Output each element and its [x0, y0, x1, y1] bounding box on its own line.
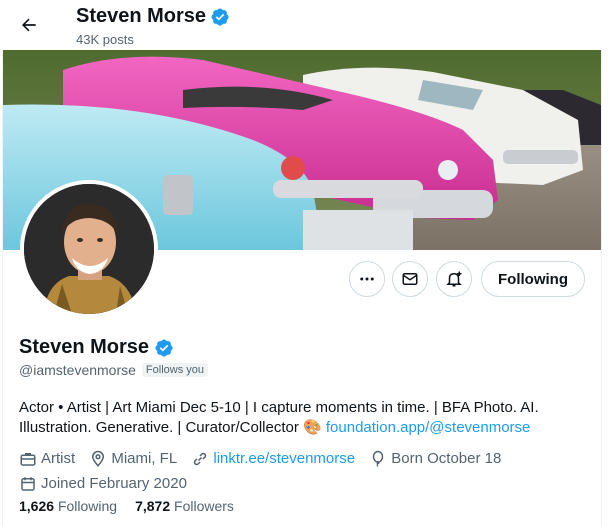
followers-stat[interactable]: 7,872 Followers [135, 498, 234, 514]
notification-add-icon [446, 271, 462, 287]
meta-website[interactable]: linktr.ee/stevenmorse [191, 449, 355, 469]
location-text: Miami, FL [111, 450, 178, 467]
post-count: 43K posts [76, 32, 134, 47]
briefcase-icon [20, 453, 36, 466]
calendar-icon [21, 477, 35, 491]
message-icon [402, 273, 418, 285]
profile-bio: Actor • Artist | Art Miami Dec 5-10 | I … [19, 398, 579, 438]
header-title: Steven Morse [76, 5, 230, 28]
website-link[interactable]: linktr.ee/stevenmorse [213, 449, 355, 469]
birthday-text: Born October 18 [391, 450, 502, 467]
joined-text: Joined February 2020 [41, 475, 187, 492]
link-icon [194, 452, 207, 466]
location-icon [92, 450, 105, 467]
follows-you-badge: Follows you [141, 363, 208, 377]
profile-actions: Following [0, 261, 612, 299]
follow-stats: 1,626 Following 7,872 Followers [19, 498, 234, 514]
palette-emoji: 🎨 [303, 419, 322, 436]
header-name: Steven Morse [76, 5, 207, 27]
meta-birthday: Born October 18 [369, 449, 501, 469]
meta-category: Artist [19, 449, 75, 469]
display-name: Steven Morse [19, 336, 150, 358]
category-text: Artist [41, 450, 76, 467]
following-label: Following [57, 498, 118, 514]
bio-link[interactable]: foundation.app/@stevenmorse [326, 419, 531, 436]
message-button[interactable] [392, 261, 428, 297]
followers-count: 7,872 [135, 498, 171, 514]
handle-row: @iamstevenmorse Follows you [19, 362, 208, 378]
profile-name: Steven Morse [19, 336, 174, 359]
profile-meta: Artist Miami, FL linktr.ee/stevenmorse B… [19, 449, 599, 499]
following-button[interactable]: Following [481, 261, 585, 297]
balloon-icon [373, 450, 384, 467]
notifications-button[interactable] [436, 261, 472, 297]
following-count: 1,626 [19, 498, 55, 514]
meta-location: Miami, FL [89, 449, 177, 469]
meta-joined: Joined February 2020 [19, 474, 187, 494]
verified-badge-icon[interactable] [154, 338, 174, 358]
more-button[interactable] [349, 261, 385, 297]
user-handle: @iamstevenmorse [19, 362, 136, 378]
verified-badge-icon [211, 7, 229, 26]
top-bar: Steven Morse 43K posts [0, 0, 612, 50]
back-arrow-icon [22, 18, 36, 32]
followers-label: Followers [174, 498, 234, 514]
more-icon [360, 277, 374, 281]
following-stat[interactable]: 1,626 Following [19, 498, 117, 514]
back-button[interactable] [12, 8, 46, 42]
